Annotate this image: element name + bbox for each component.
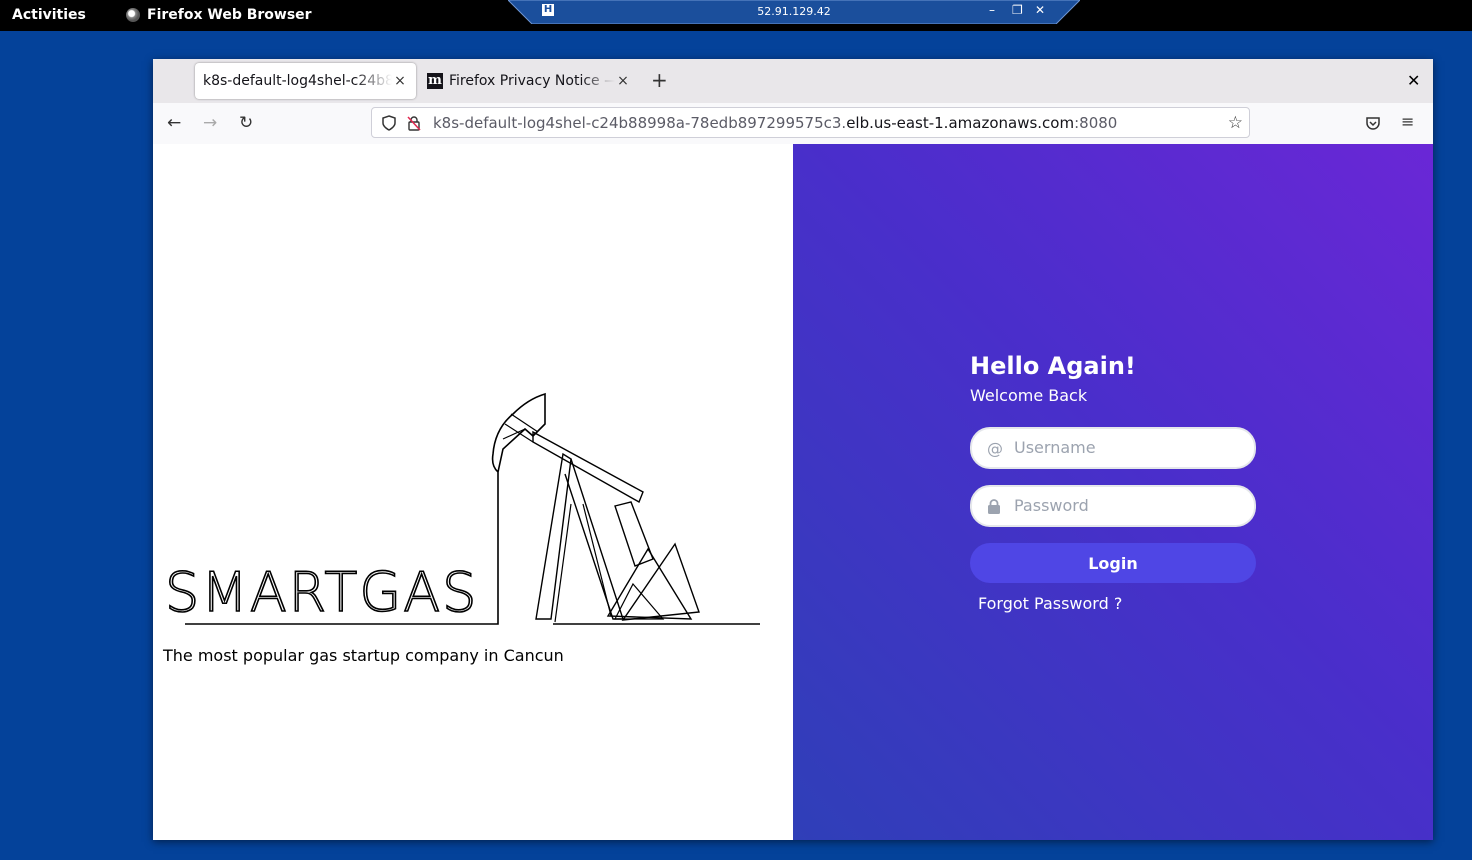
window-close-icon[interactable]: ✕	[1407, 71, 1420, 90]
login-button[interactable]: Login	[970, 543, 1256, 583]
username-field[interactable]: @	[970, 427, 1256, 469]
back-arrow-icon[interactable]: ←	[167, 113, 181, 133]
forward-arrow-icon[interactable]: →	[203, 113, 217, 133]
tab-close-icon[interactable]: ×	[615, 73, 631, 89]
password-input[interactable]	[1012, 495, 1246, 516]
lock-icon	[988, 499, 1000, 514]
forgot-password-link[interactable]: Forgot Password ?	[978, 594, 1256, 613]
at-sign-icon: @	[987, 439, 1003, 458]
tab-title: k8s-default-log4shel-c24b88998a-78edb897…	[203, 73, 392, 89]
tab-login-page[interactable]: k8s-default-log4shel-c24b88998a-78edb897…	[195, 63, 416, 99]
mozilla-favicon-icon: m	[427, 73, 443, 89]
tab-title: Firefox Privacy Notice — Mozilla	[449, 73, 615, 89]
reload-icon[interactable]: ↻	[239, 113, 253, 133]
login-heading: Hello Again!	[970, 352, 1136, 380]
company-tagline: The most popular gas startup company in …	[163, 646, 564, 665]
app-menu-label: Firefox Web Browser	[147, 7, 312, 23]
login-subheading: Welcome Back	[970, 386, 1088, 405]
tab-close-icon[interactable]: ×	[392, 73, 408, 89]
brand-panel: SMARTGAS The most popular gas startup co…	[153, 144, 793, 840]
insecure-lock-icon[interactable]	[407, 115, 421, 131]
tracking-shield-icon[interactable]	[382, 115, 396, 131]
app-menu[interactable]: Firefox Web Browser	[126, 7, 312, 23]
hamburger-menu-icon[interactable]: ≡	[1401, 112, 1414, 131]
brand-wordmark: SMARTGAS	[165, 561, 478, 624]
restore-icon[interactable]: ❐	[1012, 3, 1023, 17]
navigation-toolbar: ← → ↻ k8s-default-log4shel-c24b88998a-78…	[153, 103, 1433, 145]
login-form: Hello Again! Welcome Back @ Login Forgot…	[970, 352, 1256, 613]
smartgas-logo: SMARTGAS	[164, 392, 760, 625]
url-text: k8s-default-log4shel-c24b88998a-78edb897…	[433, 114, 1118, 132]
firefox-icon	[126, 8, 140, 22]
remote-desktop-bar: H 52.91.129.42 – ❐ ✕	[508, 0, 1080, 24]
url-bar[interactable]: k8s-default-log4shel-c24b88998a-78edb897…	[371, 107, 1250, 138]
minimize-icon[interactable]: –	[989, 3, 995, 17]
new-tab-plus-icon[interactable]: +	[651, 70, 668, 90]
page-content: SMARTGAS The most popular gas startup co…	[153, 144, 1433, 840]
pocket-icon[interactable]	[1365, 115, 1381, 131]
activities-button[interactable]: Activities	[12, 7, 86, 23]
close-icon[interactable]: ✕	[1035, 3, 1045, 17]
password-field[interactable]	[970, 485, 1256, 527]
tab-bar: k8s-default-log4shel-c24b88998a-78edb897…	[153, 59, 1433, 103]
username-input[interactable]	[1012, 437, 1246, 458]
firefox-window: k8s-default-log4shel-c24b88998a-78edb897…	[153, 59, 1433, 840]
bookmark-star-icon[interactable]: ☆	[1228, 113, 1243, 133]
login-panel: Hello Again! Welcome Back @ Login Forgot…	[793, 144, 1433, 840]
tab-privacy-notice[interactable]: m Firefox Privacy Notice — Mozilla ×	[419, 63, 639, 99]
